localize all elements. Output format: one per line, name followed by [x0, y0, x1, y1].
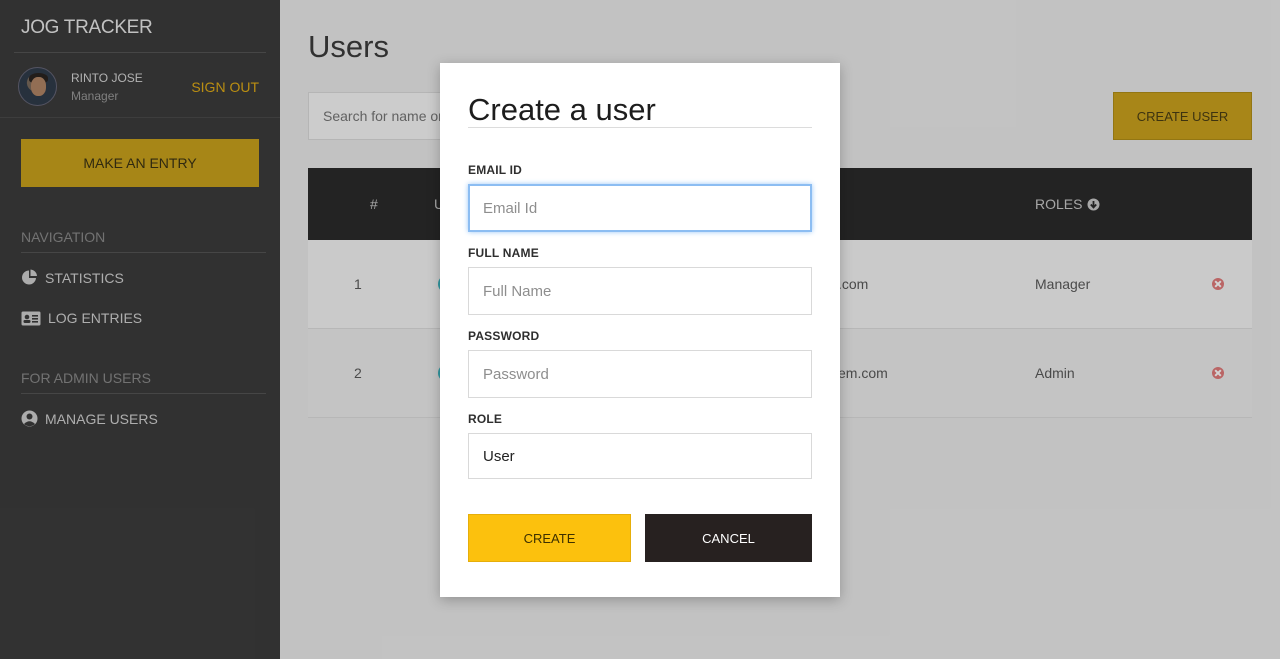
- password-label: PASSWORD: [468, 329, 540, 343]
- full-name-label: FULL NAME: [468, 246, 539, 260]
- email-label: EMAIL ID: [468, 163, 523, 177]
- divider: [468, 127, 812, 128]
- create-button[interactable]: CREATE: [468, 514, 631, 562]
- role-select-value: User: [483, 447, 515, 465]
- cancel-button[interactable]: CANCEL: [645, 514, 812, 562]
- role-label: ROLE: [468, 412, 503, 426]
- dialog-title: Create a user: [468, 92, 656, 127]
- email-field[interactable]: [468, 184, 812, 232]
- create-user-dialog: Create a user EMAIL ID FULL NAME PASSWOR…: [440, 63, 840, 597]
- role-select[interactable]: User: [468, 433, 812, 479]
- password-field[interactable]: [468, 350, 812, 398]
- full-name-field[interactable]: [468, 267, 812, 315]
